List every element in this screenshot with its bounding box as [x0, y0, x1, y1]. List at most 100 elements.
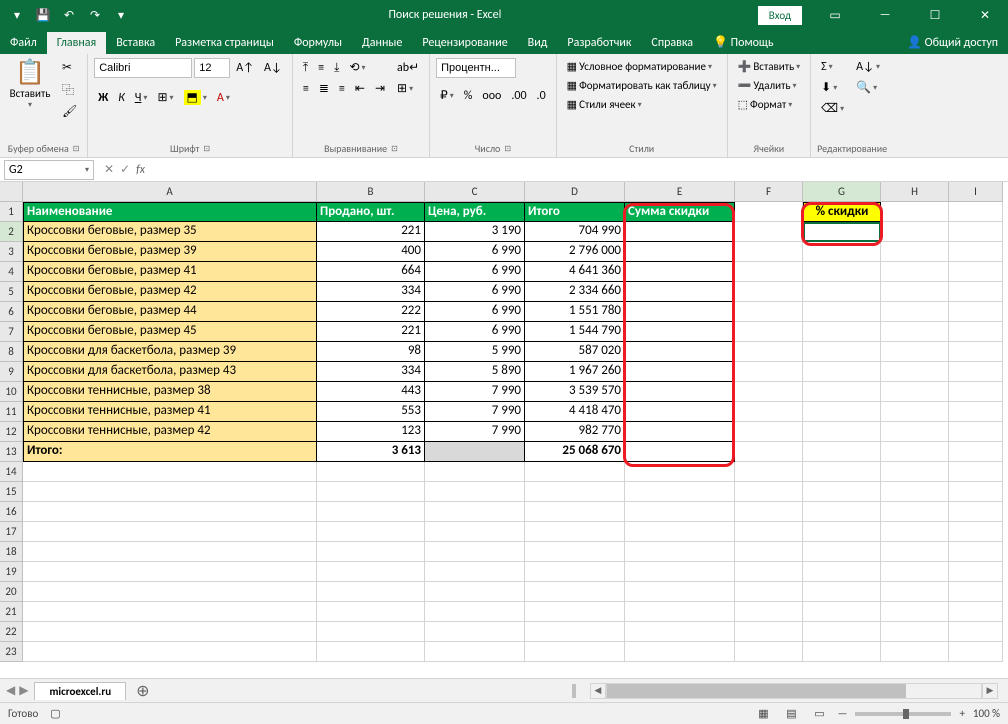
cell[interactable]	[881, 642, 949, 662]
cell[interactable]: Итого:	[23, 442, 317, 462]
cell[interactable]	[803, 522, 881, 542]
indent-increase-button[interactable]: ⇥	[371, 79, 389, 98]
cell[interactable]: 587 020	[525, 342, 625, 362]
find-select-button[interactable]: 🔍▾	[852, 78, 884, 97]
sheet-nav-next-icon[interactable]: ▶	[19, 683, 28, 698]
row-header-17[interactable]: 17	[0, 522, 23, 542]
cell[interactable]: Кроссовки беговые, размер 39	[23, 242, 317, 262]
cell[interactable]	[881, 402, 949, 422]
cell[interactable]	[949, 642, 1003, 662]
sheet-tab[interactable]: microexcel.ru	[34, 682, 126, 700]
cell[interactable]: 6 990	[425, 262, 525, 282]
select-all-corner[interactable]	[0, 182, 23, 202]
conditional-formatting-button[interactable]: ▦ Условное форматирование ▾	[563, 58, 716, 75]
normal-view-button[interactable]: ▦	[753, 706, 773, 722]
cell[interactable]: 4 641 360	[525, 262, 625, 282]
cell[interactable]: 123	[317, 422, 425, 442]
cell[interactable]	[625, 642, 735, 662]
dialog-launcher-icon[interactable]: ⊡	[504, 144, 511, 154]
cell[interactable]	[881, 462, 949, 482]
cell[interactable]	[949, 402, 1003, 422]
fill-color-button[interactable]: ⬒▾	[180, 88, 211, 107]
ribbon-display-icon[interactable]: ▭	[812, 0, 858, 30]
cell[interactable]: Продано, шт.	[317, 202, 425, 222]
tab-view[interactable]: Вид	[518, 32, 558, 54]
paste-button[interactable]: 📋 Вставить ▾	[6, 58, 54, 130]
cell[interactable]	[625, 242, 735, 262]
cell[interactable]	[881, 262, 949, 282]
tab-share[interactable]: 👤 Общий доступ	[897, 31, 1008, 54]
hscroll-right-button[interactable]: ▶	[982, 683, 998, 699]
cell[interactable]	[625, 402, 735, 422]
cell[interactable]	[881, 582, 949, 602]
cell[interactable]	[803, 562, 881, 582]
tab-home[interactable]: Главная	[47, 32, 106, 54]
tab-formulas[interactable]: Формулы	[284, 32, 352, 54]
font-color-button[interactable]: A▾	[213, 89, 234, 107]
cell[interactable]	[881, 442, 949, 462]
enter-formula-icon[interactable]: ✓	[120, 162, 130, 177]
cell[interactable]: 3 613	[317, 442, 425, 462]
maximize-icon[interactable]: ☐	[912, 0, 958, 30]
cell[interactable]: Кроссовки беговые, размер 44	[23, 302, 317, 322]
border-button[interactable]: ⊞▾	[153, 88, 177, 107]
cell[interactable]: 2 796 000	[525, 242, 625, 262]
cell[interactable]	[881, 522, 949, 542]
cell[interactable]: Наименование	[23, 202, 317, 222]
cell[interactable]	[425, 462, 525, 482]
cell[interactable]: 6 990	[425, 302, 525, 322]
cell[interactable]: 3 539 570	[525, 382, 625, 402]
cell[interactable]	[317, 542, 425, 562]
insert-cells-button[interactable]: ➕ Вставить ▾	[734, 58, 805, 75]
align-bottom-button[interactable]: ⤓	[330, 59, 343, 77]
cell[interactable]	[803, 542, 881, 562]
cell[interactable]	[803, 622, 881, 642]
cell[interactable]	[317, 502, 425, 522]
cell[interactable]	[525, 462, 625, 482]
dialog-launcher-icon[interactable]: ⊡	[203, 144, 210, 154]
cell[interactable]	[425, 582, 525, 602]
tab-tellme[interactable]: 💡 Помощь	[703, 31, 784, 54]
cell[interactable]	[881, 222, 949, 242]
cell[interactable]	[625, 522, 735, 542]
cell[interactable]	[525, 562, 625, 582]
cell[interactable]	[735, 402, 803, 422]
cell[interactable]	[735, 502, 803, 522]
cell[interactable]	[625, 282, 735, 302]
cell[interactable]	[735, 382, 803, 402]
cell[interactable]	[803, 282, 881, 302]
cell[interactable]	[317, 482, 425, 502]
wrap-text-button[interactable]: ab↵	[393, 58, 423, 77]
cell[interactable]	[949, 522, 1003, 542]
cell[interactable]	[803, 582, 881, 602]
cell[interactable]	[317, 522, 425, 542]
undo-icon[interactable]: ↶	[58, 4, 80, 26]
align-center-button[interactable]: ≣	[315, 79, 333, 98]
cell[interactable]	[317, 462, 425, 482]
indent-decrease-button[interactable]: ⇤	[351, 79, 369, 98]
cell[interactable]	[949, 462, 1003, 482]
fx-icon[interactable]: fx	[136, 163, 151, 177]
cell[interactable]	[881, 502, 949, 522]
cell[interactable]	[881, 602, 949, 622]
row-header-6[interactable]: 6	[0, 302, 23, 322]
cell[interactable]	[735, 202, 803, 222]
cell[interactable]: 1 967 260	[525, 362, 625, 382]
cell[interactable]	[625, 262, 735, 282]
cell[interactable]	[803, 642, 881, 662]
cell[interactable]	[735, 262, 803, 282]
row-header-11[interactable]: 11	[0, 402, 23, 422]
cell[interactable]: Кроссовки беговые, размер 42	[23, 282, 317, 302]
cell[interactable]	[949, 302, 1003, 322]
tab-page-layout[interactable]: Разметка страницы	[165, 32, 284, 54]
cell[interactable]: 5 990	[425, 342, 525, 362]
row-header-22[interactable]: 22	[0, 622, 23, 642]
align-left-button[interactable]: ≡	[299, 80, 313, 98]
cell[interactable]	[23, 542, 317, 562]
cell[interactable]: 25 068 670	[525, 442, 625, 462]
cell[interactable]	[23, 502, 317, 522]
cell[interactable]	[625, 462, 735, 482]
row-header-21[interactable]: 21	[0, 602, 23, 622]
cell[interactable]	[625, 222, 735, 242]
cell[interactable]	[425, 602, 525, 622]
